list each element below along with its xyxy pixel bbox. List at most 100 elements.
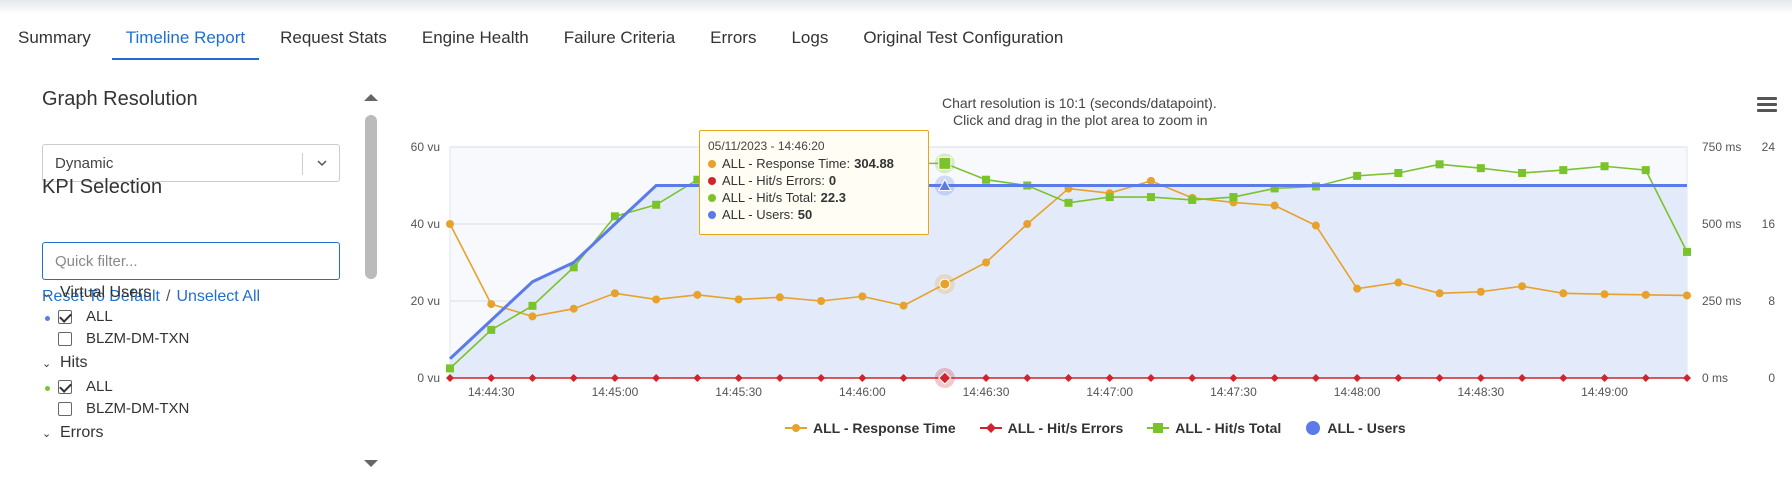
tooltip-label: ALL - Users:: [722, 207, 794, 222]
series-dot: [708, 176, 716, 185]
tooltip-label: ALL - Hit/s Total:: [722, 190, 817, 205]
legend-item[interactable]: ALL - Hit/s Errors: [979, 420, 1124, 436]
hover-point: [939, 278, 951, 290]
kpi-group-label: Hits: [60, 354, 88, 371]
hits-axis-tick: 8: [1768, 294, 1775, 308]
graph-resolution-title: Graph Resolution: [42, 88, 198, 110]
data-point: [652, 200, 661, 209]
data-point: [1270, 201, 1279, 210]
data-point: [487, 300, 496, 309]
checkbox[interactable]: [58, 309, 72, 324]
x-axis-tick: 14:46:30: [963, 385, 1010, 399]
legend-label: ALL - Hit/s Errors: [1007, 420, 1124, 436]
link-separator: /: [166, 288, 171, 305]
legend-label: ALL - Hit/s Total: [1175, 420, 1282, 436]
scroll-down-arrow[interactable]: [364, 460, 378, 467]
data-point: [1146, 176, 1155, 185]
unselect-all-link[interactable]: Unselect All: [176, 288, 260, 305]
kpi-selection-title: KPI Selection: [42, 176, 163, 198]
data-point: [1394, 168, 1403, 177]
scroll-up-arrow[interactable]: [364, 94, 378, 101]
data-point: [1311, 221, 1320, 230]
tab-engine-health[interactable]: Engine Health: [408, 18, 543, 60]
data-point: [528, 301, 537, 310]
tab-original-test-configuration[interactable]: Original Test Configuration: [849, 18, 1077, 60]
data-point: [446, 364, 454, 373]
tab-failure-criteria[interactable]: Failure Criteria: [550, 18, 689, 60]
data-point: [1641, 290, 1650, 299]
legend-label: ALL - Response Time: [813, 420, 956, 436]
x-axis-tick: 14:47:30: [1210, 385, 1257, 399]
tooltip-row: ALL - Hit/s Errors: 0: [708, 173, 920, 188]
kpi-group-hits[interactable]: ⌄ Hits: [42, 354, 88, 372]
tooltip-value: 304.88: [854, 156, 894, 171]
tooltip-label: ALL - Hit/s Errors:: [722, 173, 825, 188]
data-point: [487, 325, 496, 334]
checkbox[interactable]: [58, 401, 72, 416]
tooltip-value: 22.3: [820, 190, 846, 205]
data-point: [652, 295, 661, 304]
data-point: [693, 290, 702, 299]
users-axis-tick: 60 vu: [411, 140, 440, 154]
data-point: [1353, 284, 1362, 293]
kpi-item-label: BLZM-DM-TXN: [86, 400, 190, 417]
data-point: [1683, 247, 1691, 256]
tab-logs[interactable]: Logs: [777, 18, 842, 60]
data-point: [1435, 160, 1444, 169]
data-point: [1105, 193, 1114, 202]
data-point: [1353, 171, 1362, 180]
x-axis-tick: 14:48:30: [1457, 385, 1504, 399]
x-axis-tick: 14:46:00: [839, 385, 886, 399]
chart-legend: ALL - Response Time ALL - Hit/s Errors ALL…: [785, 420, 1430, 436]
kpi-item[interactable]: ALL: [58, 378, 113, 395]
hover-point: [938, 156, 952, 170]
x-axis-tick: 14:48:00: [1334, 385, 1381, 399]
scrollbar-thumb[interactable]: [365, 115, 377, 279]
legend-label: ALL - Users: [1327, 420, 1406, 436]
tooltip-value: 0: [828, 173, 837, 188]
kpi-item[interactable]: ALL: [58, 308, 113, 325]
legend-item[interactable]: ALL - Response Time: [785, 420, 956, 436]
tooltip-label: ALL - Response Time:: [722, 156, 851, 171]
users-area: [450, 185, 1687, 378]
response-time-axis-tick: 500 ms: [1702, 217, 1741, 231]
tab-errors[interactable]: Errors: [696, 18, 770, 60]
checkbox[interactable]: [58, 379, 72, 394]
kpi-group-errors[interactable]: ⌄ Errors: [42, 424, 104, 442]
data-point: [1188, 195, 1197, 204]
series-dot: [708, 193, 716, 202]
legend-marker: [979, 423, 1002, 433]
tooltip-value: 50: [797, 207, 813, 222]
data-point: [1518, 282, 1527, 291]
data-point: [610, 212, 619, 221]
legend-marker: [785, 424, 807, 432]
kpi-item[interactable]: BLZM-DM-TXN: [58, 400, 189, 417]
legend-item[interactable]: ALL - Users: [1305, 420, 1406, 436]
data-point: [1559, 289, 1568, 298]
checkbox[interactable]: [58, 331, 72, 346]
kpi-item[interactable]: BLZM-DM-TXN: [58, 330, 189, 347]
data-point: [446, 220, 454, 228]
caret-down-icon: ⌄: [42, 288, 52, 300]
data-point: [817, 297, 826, 305]
data-point: [528, 312, 537, 321]
tab-summary[interactable]: Summary: [4, 18, 105, 60]
x-axis-tick: 14:49:00: [1581, 385, 1628, 399]
x-axis-tick: 14:45:00: [592, 385, 639, 399]
legend-item[interactable]: ALL - Hit/s Total: [1147, 420, 1281, 436]
data-point: [1146, 193, 1155, 202]
hits-axis-tick: 24: [1762, 140, 1776, 154]
data-point: [1023, 220, 1032, 228]
data-point: [982, 175, 991, 184]
kpi-item-label: BLZM-DM-TXN: [86, 330, 190, 347]
x-axis-tick: 14:44:30: [468, 385, 515, 399]
tooltip-row: ALL - Hit/s Total: 22.3: [708, 190, 920, 205]
tooltip-row: ALL - Response Time: 304.88: [708, 156, 920, 171]
kpi-group-virtual-users[interactable]: ⌄ Virtual Users: [42, 284, 151, 302]
data-point: [1641, 166, 1650, 175]
response-time-axis-tick: 0 ms: [1702, 371, 1728, 385]
data-point: [775, 293, 784, 302]
quick-filter-input[interactable]: [42, 242, 340, 280]
tab-request-stats[interactable]: Request Stats: [266, 18, 401, 60]
tab-timeline-report[interactable]: Timeline Report: [111, 18, 260, 60]
